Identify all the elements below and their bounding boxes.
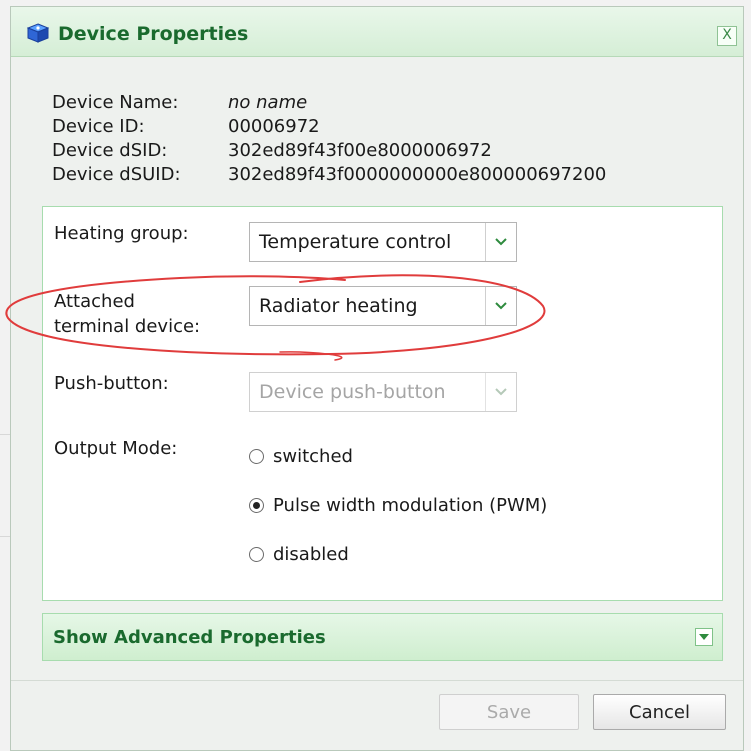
advanced-properties-label[interactable]: Show Advanced Properties — [53, 627, 326, 648]
info-value: 302ed89f43f0000000000e800000697200 — [228, 164, 607, 185]
radio-label[interactable]: switched — [273, 446, 353, 467]
output-mode-pwm[interactable]: Pulse width modulation (PWM) — [249, 495, 547, 516]
radio-button[interactable] — [249, 449, 264, 464]
show-advanced-properties-bar[interactable]: Show Advanced Properties — [42, 613, 723, 661]
output-mode-disabled[interactable]: disabled — [249, 544, 349, 565]
terminal-device-select[interactable]: Radiator heating — [249, 286, 517, 326]
heating-group-label: Heating group: — [54, 223, 189, 244]
info-label: Device dSUID: — [52, 164, 181, 185]
save-button[interactable]: Save — [439, 694, 579, 730]
info-row: Device dSID: 302ed89f43f00e8000006972 — [52, 139, 606, 163]
expand-icon[interactable] — [695, 628, 713, 646]
dialog-titlebar[interactable]: Device Properties X — [11, 7, 743, 57]
push-button-select: Device push-button — [249, 372, 517, 412]
push-button-label: Push-button: — [54, 373, 169, 394]
info-row: Device ID: 00006972 — [52, 115, 606, 139]
heating-group-select[interactable]: Temperature control — [249, 222, 517, 262]
device-properties-dialog: Device Properties X Device Name: no name… — [10, 6, 744, 751]
info-value: no name — [228, 92, 308, 113]
info-value: 00006972 — [228, 116, 320, 137]
radio-label[interactable]: Pulse width modulation (PWM) — [273, 495, 547, 516]
heating-group-value: Temperature control — [259, 231, 452, 253]
cancel-button[interactable]: Cancel — [593, 694, 726, 730]
chevron-down-icon[interactable] — [485, 287, 516, 325]
cube-icon — [27, 23, 49, 43]
device-info: Device Name: no name Device ID: 00006972… — [52, 91, 606, 187]
info-label: Device ID: — [52, 116, 145, 137]
dialog-title: Device Properties — [58, 23, 249, 45]
output-mode-switched[interactable]: switched — [249, 446, 353, 467]
properties-panel: Heating group: Temperature control Attac… — [42, 206, 723, 601]
chevron-down-icon — [485, 373, 516, 411]
terminal-device-label-line2: terminal device: — [54, 316, 201, 337]
output-mode-label: Output Mode: — [54, 438, 178, 459]
radio-button[interactable] — [249, 547, 264, 562]
close-button[interactable]: X — [717, 26, 737, 46]
info-row: Device Name: no name — [52, 91, 606, 115]
info-label: Device Name: — [52, 92, 179, 113]
terminal-device-label: Attached terminal device: — [54, 289, 200, 339]
backdrop-line — [0, 434, 10, 435]
info-row: Device dSUID: 302ed89f43f0000000000e8000… — [52, 163, 606, 187]
radio-button-selected[interactable] — [249, 498, 264, 513]
info-label: Device dSID: — [52, 140, 168, 161]
radio-label[interactable]: disabled — [273, 544, 349, 565]
backdrop-line — [0, 536, 10, 537]
chevron-down-icon[interactable] — [485, 223, 516, 261]
info-value: 302ed89f43f00e8000006972 — [228, 140, 492, 161]
terminal-device-label-line1: Attached — [54, 291, 135, 312]
push-button-value: Device push-button — [259, 381, 446, 403]
footer-divider — [11, 680, 743, 681]
terminal-device-value: Radiator heating — [259, 295, 418, 317]
